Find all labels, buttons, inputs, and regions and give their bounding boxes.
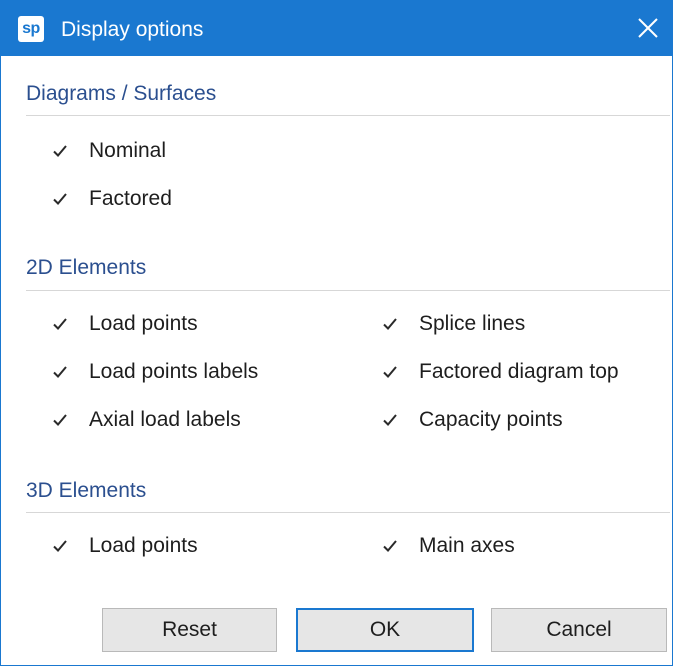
section-divider xyxy=(26,290,670,291)
close-icon xyxy=(638,18,658,38)
close-button[interactable] xyxy=(624,0,672,56)
checkbox-factored[interactable]: Factored xyxy=(51,184,172,214)
checkbox-factored-diagram-top[interactable]: Factored diagram top xyxy=(381,357,619,387)
app-logo: sp xyxy=(18,16,44,42)
checkbox-check-icon[interactable] xyxy=(51,363,69,381)
title-bar[interactable]: sp Display options xyxy=(1,0,672,56)
checkbox-check-icon[interactable] xyxy=(381,537,399,555)
checkbox-label: Capacity points xyxy=(419,408,563,431)
checkbox-capacity-points[interactable]: Capacity points xyxy=(381,405,563,435)
checkbox-check-icon[interactable] xyxy=(51,315,69,333)
section-divider xyxy=(26,512,670,513)
checkbox-3d-load-points[interactable]: Load points xyxy=(51,531,198,561)
cancel-button[interactable]: Cancel xyxy=(491,608,667,652)
checkbox-label: Axial load labels xyxy=(89,408,241,431)
checkbox-check-icon[interactable] xyxy=(381,411,399,429)
checkbox-check-icon[interactable] xyxy=(381,363,399,381)
section-title-diagrams: Diagrams / Surfaces xyxy=(26,82,217,105)
checkbox-label: Main axes xyxy=(419,534,515,557)
checkbox-load-points-labels[interactable]: Load points labels xyxy=(51,357,258,387)
checkbox-check-icon[interactable] xyxy=(51,411,69,429)
checkbox-check-icon[interactable] xyxy=(381,315,399,333)
checkbox-label: Load points xyxy=(89,534,198,557)
section-title-2d-elements: 2D Elements xyxy=(26,256,147,279)
checkbox-label: Load points labels xyxy=(89,360,259,383)
checkbox-label: Factored xyxy=(89,187,172,210)
checkbox-2d-load-points[interactable]: Load points xyxy=(51,309,198,339)
reset-button[interactable]: Reset xyxy=(102,608,277,652)
checkbox-label: Splice lines xyxy=(419,312,526,335)
display-options-dialog: sp Display options Diagrams / Surfaces N… xyxy=(0,0,673,666)
checkbox-nominal[interactable]: Nominal xyxy=(51,136,166,166)
checkbox-splice-lines[interactable]: Splice lines xyxy=(381,309,525,339)
checkbox-label: Nominal xyxy=(89,139,167,162)
checkbox-check-icon[interactable] xyxy=(51,190,69,208)
checkbox-axial-load-labels[interactable]: Axial load labels xyxy=(51,405,241,435)
window-title: Display options xyxy=(61,18,204,41)
checkbox-label: Factored diagram top xyxy=(419,360,619,383)
section-title-3d-elements: 3D Elements xyxy=(26,479,147,502)
checkbox-label: Load points xyxy=(89,312,198,335)
checkbox-check-icon[interactable] xyxy=(51,537,69,555)
section-divider xyxy=(26,115,670,116)
ok-button[interactable]: OK xyxy=(296,608,474,652)
checkbox-main-axes[interactable]: Main axes xyxy=(381,531,515,561)
checkbox-check-icon[interactable] xyxy=(51,142,69,160)
